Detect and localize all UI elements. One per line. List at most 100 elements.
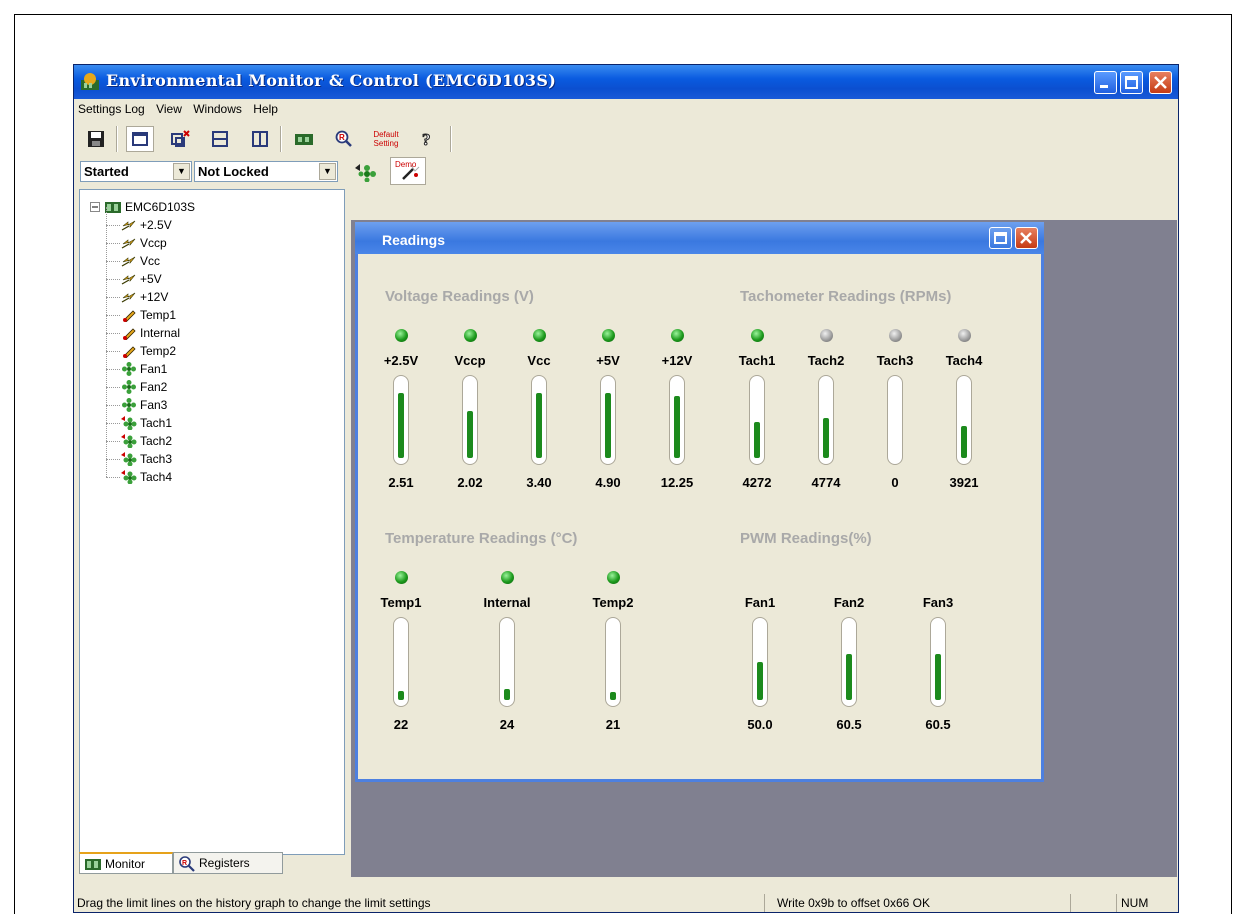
status-toolbar: Started ▼ Not Locked ▼ Demo [74, 157, 1178, 187]
menu-settings-log[interactable]: Settings Log [74, 99, 149, 119]
tree-item-label: Temp1 [140, 308, 177, 322]
close-icon [1020, 232, 1032, 244]
temp2-level-fill [610, 692, 616, 700]
tile-vertical-button[interactable] [246, 126, 274, 152]
readings-maximize-button[interactable] [989, 227, 1012, 249]
svg-text:R: R [339, 133, 345, 142]
monitor-button[interactable] [290, 126, 318, 152]
maximize-button[interactable] [1120, 71, 1143, 94]
5v-status-led [602, 329, 615, 342]
menu-windows[interactable]: Windows [189, 99, 246, 119]
tach2-level-bar [818, 375, 834, 465]
menu-bar: Settings Log View Windows Help [74, 99, 1178, 119]
default-setting-label-1: Default [373, 130, 399, 139]
fan2-value: 60.5 [836, 717, 862, 732]
tab-monitor[interactable]: Monitor [79, 852, 173, 874]
readings-close-button[interactable] [1015, 227, 1038, 249]
help-button[interactable]: ? [414, 126, 442, 152]
toolbar-separator [450, 126, 452, 152]
tree-line [106, 333, 120, 334]
tree-line [106, 477, 120, 478]
close-windows-button[interactable] [166, 126, 194, 152]
fan1-level-bar [752, 617, 768, 707]
tree-line [106, 261, 120, 262]
5v-level-bar [600, 375, 616, 465]
internal-label: Internal [483, 595, 531, 610]
tree-line [106, 369, 120, 370]
thermometer-icon [123, 346, 136, 358]
vcc-value: 3.40 [526, 475, 552, 490]
tach-icon [121, 470, 137, 484]
chevron-down-icon[interactable]: ▼ [319, 163, 336, 180]
close-button[interactable] [1149, 71, 1172, 94]
temp1-level-bar [393, 617, 409, 707]
vcc-status-led [533, 329, 546, 342]
tree-line [106, 297, 120, 298]
fan1-value: 50.0 [747, 717, 773, 732]
internal-level-bar [499, 617, 515, 707]
menu-view[interactable]: View [152, 99, 186, 119]
tree-line [106, 261, 107, 279]
title-bar[interactable]: Environmental Monitor & Control (EMC6D10… [74, 65, 1178, 99]
thermometer-icon [123, 328, 136, 340]
vccp-level-bar [462, 375, 478, 465]
vccp-value: 2.02 [457, 475, 483, 490]
fan-icon [122, 398, 136, 412]
internal-value: 24 [499, 717, 515, 732]
tab-registers[interactable]: R Registers [173, 852, 283, 874]
default-setting-button[interactable]: Default Setting [366, 126, 406, 152]
floppy-icon [88, 131, 104, 147]
svg-text:?: ? [422, 130, 431, 148]
readings-title-bar[interactable]: Readings [355, 222, 1044, 254]
lock-combo[interactable]: Not Locked ▼ [194, 161, 338, 182]
registers-button[interactable]: R [330, 126, 358, 152]
collapse-icon[interactable] [90, 202, 100, 212]
tile-vertical-icon [252, 131, 268, 147]
tree-item-label: +5V [140, 272, 162, 286]
voltage-icon [121, 256, 136, 267]
tree-line [106, 225, 107, 243]
tree-line [106, 423, 107, 441]
thermometer-icon [123, 310, 136, 322]
state-combo[interactable]: Started ▼ [80, 161, 192, 182]
fan-icon [122, 380, 136, 394]
help-icon: ? [422, 130, 432, 148]
readings-title: Readings [382, 232, 446, 248]
12v-level-fill [674, 396, 680, 458]
tree-line [106, 279, 120, 280]
tree-line [106, 441, 107, 459]
internal-status-led [501, 571, 514, 584]
minimize-icon [1100, 85, 1108, 88]
tree-line [106, 279, 107, 297]
save-button[interactable] [82, 126, 110, 152]
tree-item-label: Fan1 [140, 362, 168, 376]
chevron-down-icon[interactable]: ▼ [173, 163, 190, 180]
tree-item-label: Tach2 [140, 434, 173, 448]
fan1-level-fill [757, 662, 763, 700]
tach2-value: 4774 [811, 475, 841, 490]
close-windows-icon [171, 130, 190, 147]
tree-item-label: Vcc [140, 254, 161, 268]
2-5v-level-bar [393, 375, 409, 465]
main-window: Environmental Monitor & Control (EMC6D10… [73, 64, 1179, 913]
tile-horizontal-button[interactable] [206, 126, 234, 152]
device-tree[interactable]: EMC6D103S +2.5V Vccp Vcc +5V +12V Temp1 Intern… [79, 189, 345, 855]
temp1-label: Temp1 [380, 595, 422, 610]
voltage-icon [121, 274, 136, 285]
cascade-button[interactable] [126, 126, 154, 152]
main-toolbar: R Default Setting ? [74, 121, 1178, 157]
minimize-button[interactable] [1094, 71, 1117, 94]
fan-control-button[interactable] [351, 159, 379, 185]
tach4-value: 3921 [949, 475, 979, 490]
tach1-label: Tach1 [738, 353, 776, 368]
vcc-label: Vcc [527, 353, 551, 368]
12v-level-bar [669, 375, 685, 465]
menu-help[interactable]: Help [249, 99, 282, 119]
temp2-status-led [607, 571, 620, 584]
tach2-status-led [820, 329, 833, 342]
vccp-level-fill [467, 411, 473, 458]
status-empty [1070, 894, 1116, 912]
demo-wizard-button[interactable]: Demo [390, 157, 426, 185]
temp2-label: Temp2 [592, 595, 634, 610]
tree-line [106, 225, 120, 226]
